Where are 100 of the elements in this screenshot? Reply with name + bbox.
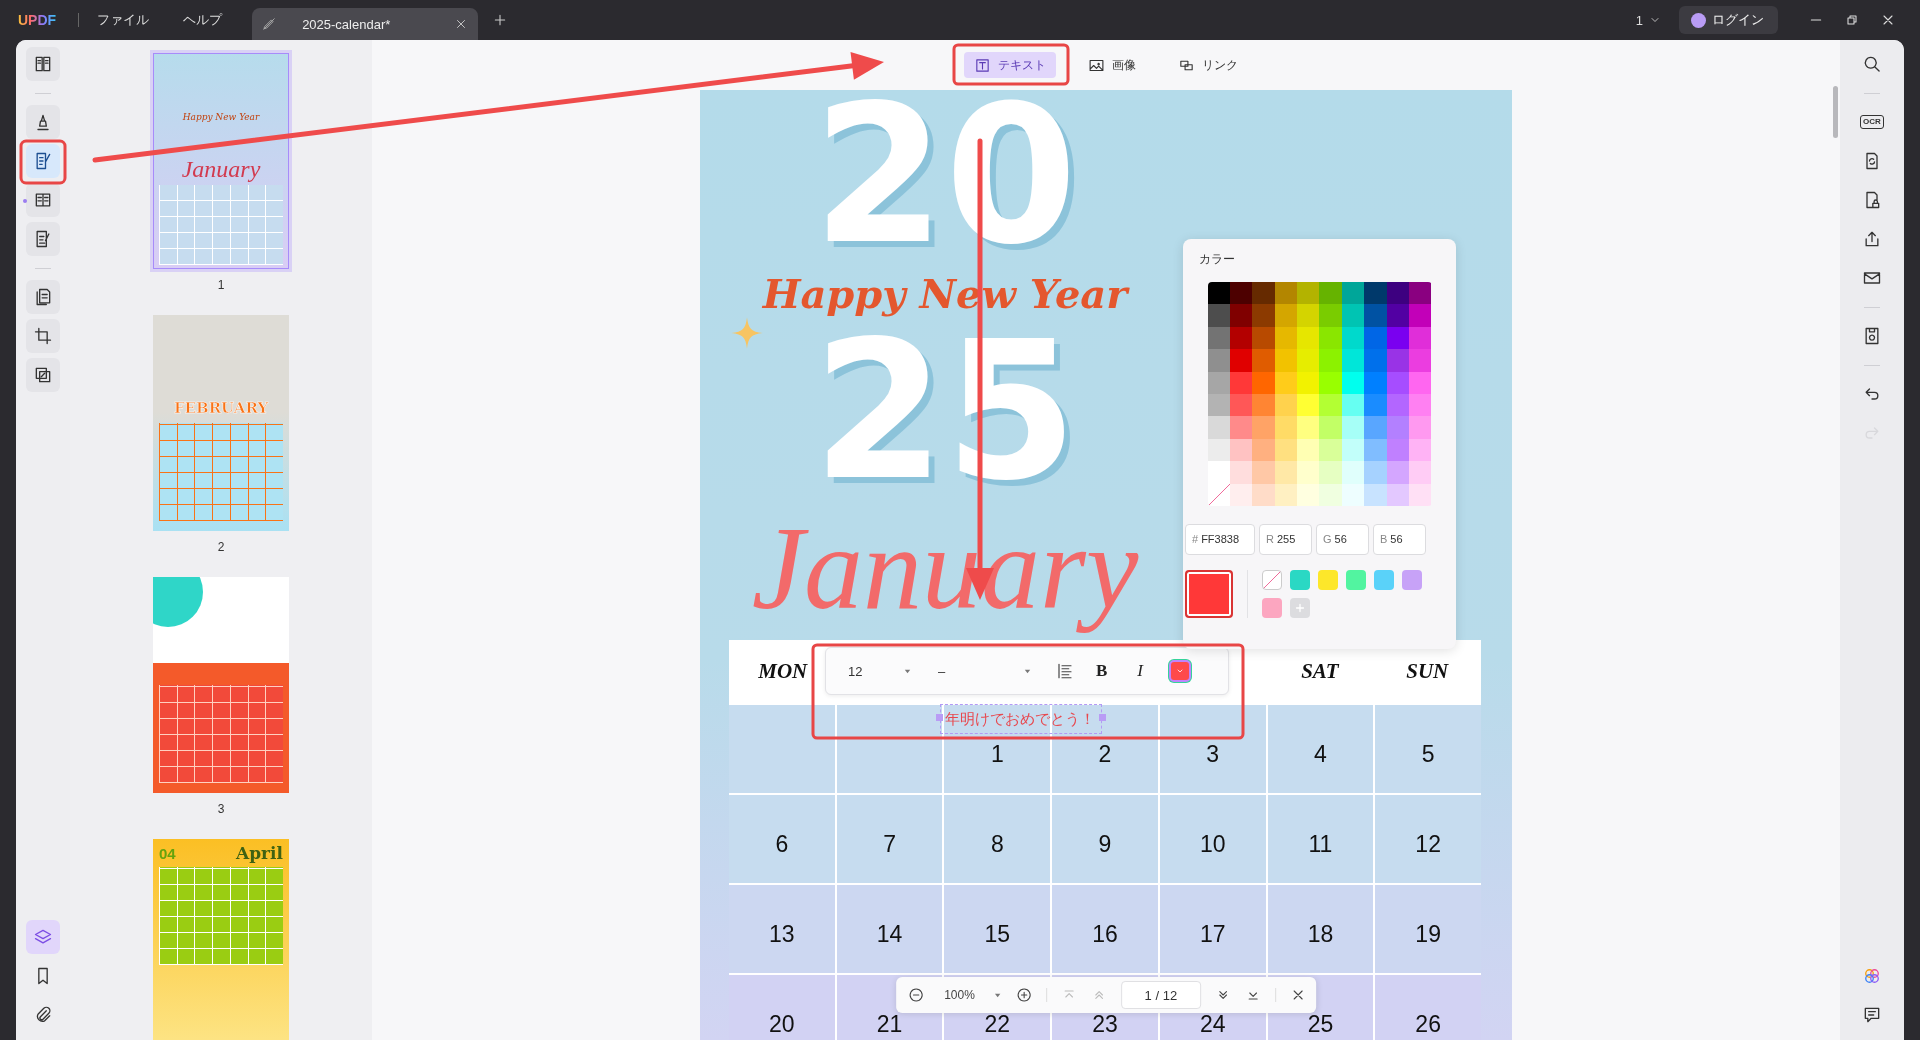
color-swatch[interactable]: [1364, 349, 1387, 372]
color-swatch[interactable]: [1290, 569, 1310, 590]
rgb-field[interactable]: B 56: [1373, 523, 1426, 555]
rgb-field[interactable]: G 56: [1316, 523, 1369, 555]
color-swatch[interactable]: [1207, 349, 1230, 372]
color-swatch[interactable]: [1409, 393, 1432, 417]
scrollbar-thumb[interactable]: [1833, 86, 1838, 138]
color-swatch[interactable]: [1274, 349, 1298, 372]
color-swatch[interactable]: [1409, 416, 1432, 439]
color-swatch[interactable]: [1207, 393, 1230, 417]
color-swatch[interactable]: [1364, 483, 1387, 506]
color-swatch[interactable]: [1274, 416, 1298, 439]
color-swatch[interactable]: [1252, 371, 1275, 394]
color-swatch[interactable]: [1274, 304, 1298, 327]
color-swatch[interactable]: [1319, 371, 1342, 394]
add-color-button[interactable]: [1290, 597, 1310, 618]
login-button[interactable]: ログイン: [1679, 6, 1778, 34]
color-swatch[interactable]: [1252, 416, 1275, 439]
zoom-out-icon[interactable]: [908, 987, 925, 1003]
color-swatch[interactable]: [1364, 371, 1387, 394]
page-thumbnail[interactable]: 04 April: [153, 839, 289, 1040]
color-swatch[interactable]: [1252, 304, 1275, 327]
color-swatch[interactable]: [1252, 483, 1275, 506]
color-swatch[interactable]: [1229, 282, 1253, 305]
font-size-dropdown[interactable]: 12: [848, 663, 912, 679]
color-swatch[interactable]: [1297, 483, 1320, 506]
color-swatch[interactable]: [1386, 304, 1409, 327]
color-swatch[interactable]: [1319, 438, 1342, 462]
color-swatch[interactable]: [1374, 569, 1394, 590]
color-swatch[interactable]: [1297, 304, 1320, 327]
ocr-button[interactable]: OCR: [1855, 105, 1889, 139]
color-swatch[interactable]: [1207, 461, 1230, 484]
color-swatch[interactable]: [1297, 371, 1320, 394]
bold-button[interactable]: B: [1096, 661, 1108, 681]
color-swatch[interactable]: [1262, 597, 1282, 618]
color-swatch[interactable]: [1319, 393, 1342, 417]
color-swatch[interactable]: [1409, 304, 1432, 327]
color-swatch[interactable]: [1364, 282, 1387, 305]
color-swatch[interactable]: [1318, 569, 1338, 590]
document-tab[interactable]: 2025-calendar*: [252, 8, 479, 40]
color-swatch[interactable]: [1409, 483, 1432, 506]
color-swatch[interactable]: [1252, 326, 1275, 350]
hex-field[interactable]: # FF3838: [1185, 523, 1255, 555]
restore-icon[interactable]: [1844, 12, 1860, 28]
color-swatch[interactable]: [1386, 282, 1409, 305]
page-thumbnail[interactable]: Happy New Year January: [153, 53, 289, 269]
color-swatch[interactable]: [1409, 349, 1432, 372]
color-swatch[interactable]: [1297, 438, 1320, 462]
menu-item[interactable]: ヘルプ: [183, 11, 223, 29]
color-swatch[interactable]: [1252, 461, 1275, 484]
color-swatch[interactable]: [1207, 304, 1230, 327]
toolbar-button[interactable]: [26, 319, 60, 353]
color-swatch[interactable]: [1319, 416, 1342, 439]
color-swatch[interactable]: [1297, 349, 1320, 372]
color-swatch[interactable]: [1274, 282, 1298, 305]
toolbar-button[interactable]: [26, 47, 60, 81]
window-count-dropdown[interactable]: 1: [1635, 12, 1661, 28]
color-swatch[interactable]: [1364, 304, 1387, 327]
color-swatch[interactable]: [1319, 326, 1342, 350]
color-swatch[interactable]: [1207, 282, 1230, 305]
color-swatch[interactable]: [1341, 282, 1365, 305]
color-swatch[interactable]: [1207, 416, 1230, 439]
color-swatch[interactable]: [1409, 438, 1432, 462]
toolbar-button[interactable]: [26, 358, 60, 392]
edit-mode-tab[interactable]: リンク: [1168, 52, 1248, 78]
color-swatch[interactable]: [1386, 461, 1409, 484]
page-thumbnail[interactable]: [153, 577, 289, 793]
no-color-swatch[interactable]: [1207, 483, 1230, 506]
color-swatch[interactable]: [1364, 438, 1387, 462]
toolbar-button[interactable]: [26, 105, 60, 139]
toolbar-button[interactable]: [26, 222, 60, 256]
color-swatch[interactable]: [1364, 461, 1387, 484]
color-swatch[interactable]: [1341, 349, 1365, 372]
color-swatch[interactable]: [1274, 461, 1298, 484]
color-swatch[interactable]: [1364, 416, 1387, 439]
color-swatch[interactable]: [1229, 349, 1253, 372]
color-swatch[interactable]: [1409, 461, 1432, 484]
color-swatch[interactable]: [1229, 304, 1253, 327]
font-family-dropdown[interactable]: –: [938, 663, 1032, 679]
color-swatch[interactable]: [1297, 393, 1320, 417]
zoom-dropdown[interactable]: 100%: [944, 988, 1002, 1002]
zoom-in-icon[interactable]: [1015, 987, 1032, 1003]
toolbar-button[interactable]: [26, 144, 60, 178]
color-swatch[interactable]: [1319, 349, 1342, 372]
color-swatch[interactable]: [1297, 461, 1320, 484]
text-color-button[interactable]: [1169, 660, 1191, 682]
color-swatch[interactable]: [1252, 349, 1275, 372]
color-swatch[interactable]: [1252, 438, 1275, 462]
page-number-field[interactable]: 1 / 12: [1120, 981, 1201, 1009]
no-color-swatch[interactable]: [1262, 569, 1282, 590]
italic-button[interactable]: I: [1137, 661, 1143, 681]
color-swatch[interactable]: [1386, 416, 1409, 439]
color-swatch[interactable]: [1346, 569, 1366, 590]
color-swatch[interactable]: [1386, 349, 1409, 372]
color-swatch[interactable]: [1341, 304, 1365, 327]
color-swatch[interactable]: [1252, 393, 1275, 417]
color-swatch[interactable]: [1319, 282, 1342, 305]
menu-item[interactable]: ファイル: [97, 11, 150, 29]
color-swatch[interactable]: [1297, 326, 1320, 350]
color-swatch[interactable]: [1364, 326, 1387, 350]
